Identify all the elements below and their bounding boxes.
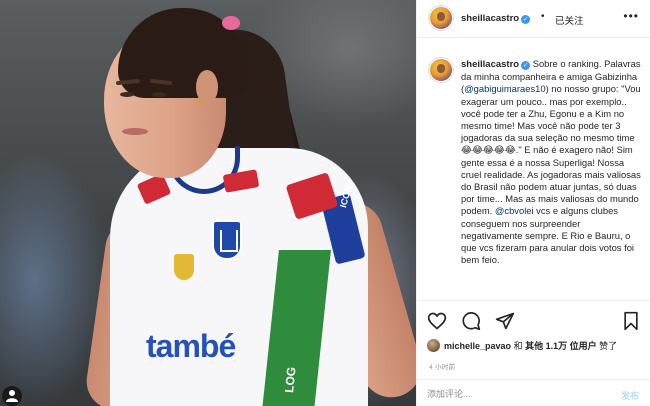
author-avatar[interactable] (429, 6, 453, 30)
earring (197, 100, 202, 105)
author-username[interactable]: sheillacastro ✓ (461, 13, 531, 24)
caption-author-avatar[interactable] (429, 58, 453, 82)
verified-badge-icon: ✓ (521, 15, 531, 24)
share-icon[interactable] (495, 311, 515, 331)
gold-badge (174, 254, 194, 280)
caption-area: sheillacastro ✓ Sobre o ranking. Palavras… (417, 38, 650, 300)
comment-input[interactable] (427, 386, 597, 402)
first-liker-username[interactable]: michelle_pavao (444, 341, 511, 351)
jersey-sponsor-text: també (146, 328, 236, 364)
likes-summary: michelle_pavao 和 其他 1.1万 位用户 赞了 (427, 339, 617, 352)
following-button[interactable]: 已关注 (555, 13, 584, 27)
right-eye (152, 92, 166, 97)
post-photo[interactable]: també ICONY LOG (0, 0, 416, 406)
comment-bar: 发布 (417, 379, 650, 406)
tagged-user-icon[interactable] (2, 386, 22, 406)
more-options-icon[interactable]: ••• (623, 9, 639, 23)
team-crest (212, 220, 242, 260)
header-separator: • (541, 11, 545, 22)
likes-and-text: 和 (513, 341, 523, 351)
caption-verified-badge-icon: ✓ (521, 61, 531, 70)
pink-scrunchie (222, 16, 240, 30)
caption-text: sheillacastro ✓ Sobre o ranking. Palavras… (461, 58, 643, 266)
post-comment-button[interactable]: 发布 (621, 389, 639, 402)
mention-link-cbvolei[interactable]: @cbvolei (495, 205, 534, 216)
caption-username[interactable]: sheillacastro (461, 59, 519, 70)
player-lips (122, 128, 148, 135)
caption-body-part-2: ) no nosso grupo: "Vou exagerar um pouco… (461, 83, 641, 217)
left-eye (120, 92, 134, 97)
mention-link-gabiguimaraes10[interactable]: @gabiguimaraes10 (464, 83, 545, 94)
post-side-panel: sheillacastro ✓ • 已关注 ••• sheillacastro ✓ … (416, 0, 650, 406)
likes-liked-text: 赞了 (599, 341, 618, 351)
comment-icon[interactable] (461, 311, 481, 331)
side-sponsor-text: LOG (282, 366, 299, 394)
post-header: sheillacastro ✓ • 已关注 ••• (417, 0, 650, 38)
likes-count-link[interactable]: 其他 1.1万 位用户 (525, 341, 597, 351)
liker-avatar[interactable] (427, 339, 440, 352)
player-ear (196, 70, 218, 104)
bookmark-icon[interactable] (621, 311, 641, 331)
user-icon (6, 390, 18, 402)
heart-icon[interactable] (427, 311, 447, 331)
author-username-text[interactable]: sheillacastro (461, 13, 519, 24)
post-timestamp[interactable]: 4 小时前 (429, 361, 455, 371)
post-actions: michelle_pavao 和 其他 1.1万 位用户 赞了 4 小时前 发布 (417, 300, 650, 406)
